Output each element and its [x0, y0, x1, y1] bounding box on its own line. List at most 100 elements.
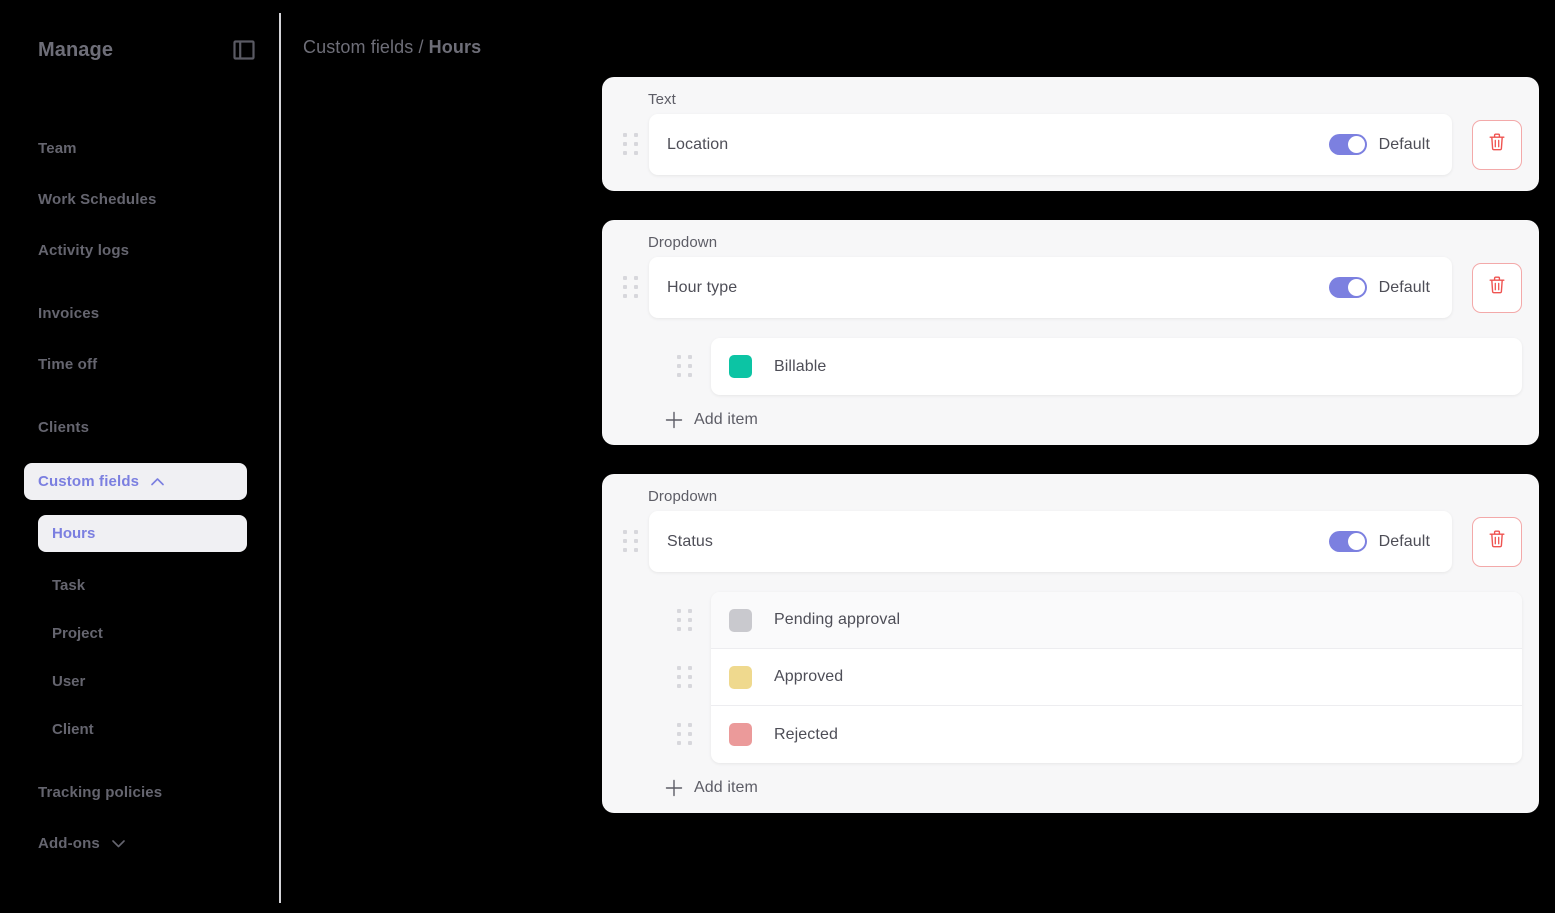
plus-icon [665, 779, 683, 797]
drag-handle-icon[interactable] [673, 666, 697, 690]
field-name-input[interactable]: Hour type Default [649, 257, 1452, 318]
breadcrumb-current: Hours [428, 37, 482, 57]
option-item[interactable]: Billable [711, 338, 1522, 395]
chevron-up-icon [151, 477, 164, 486]
plus-icon [665, 411, 683, 429]
sidebar-item-clients[interactable]: Clients [0, 412, 280, 442]
option-label: Approved [774, 668, 844, 685]
sidebar-item-tracking-policies[interactable]: Tracking policies [0, 777, 280, 807]
dropdown-options: Billable [665, 338, 1522, 395]
custom-field-card: Text Location Default [602, 77, 1539, 191]
sidebar-item-hours[interactable]: Hours [38, 515, 247, 552]
sidebar-title: Manage [38, 38, 114, 61]
color-swatch[interactable] [729, 723, 752, 746]
app-root: Manage Team Work Schedules Activity logs… [0, 0, 1555, 913]
sidebar-subitem-label: Project [52, 624, 103, 642]
default-toggle-label: Default [1378, 278, 1430, 296]
dropdown-options: Pending approval Approved Rejected [665, 592, 1522, 763]
option-handles [665, 592, 711, 763]
field-name-value: Status [667, 532, 713, 550]
sidebar-item-label: Work Schedules [38, 190, 157, 208]
sidebar-item-client[interactable]: Client [0, 714, 280, 744]
sidebar-item-work-schedules[interactable]: Work Schedules [0, 184, 280, 214]
default-toggle-group: Default [1328, 277, 1430, 298]
field-name-value: Hour type [667, 278, 738, 296]
add-item-button[interactable]: Add item [665, 411, 758, 429]
default-toggle[interactable] [1328, 531, 1367, 552]
trash-icon [1488, 529, 1506, 554]
field-type-label: Dropdown [648, 488, 718, 505]
drag-handle-icon[interactable] [673, 723, 697, 747]
default-toggle-label: Default [1378, 532, 1430, 550]
sidebar-item-label: Invoices [38, 304, 100, 322]
sidebar-subitem-label: Client [52, 720, 94, 738]
breadcrumb-parent[interactable]: Custom fields [303, 37, 413, 57]
default-toggle[interactable] [1328, 134, 1367, 155]
option-item[interactable]: Rejected [711, 706, 1522, 763]
field-name-input[interactable]: Location Default [649, 114, 1452, 175]
add-item-button[interactable]: Add item [665, 779, 758, 797]
sidebar-item-label: Clients [38, 418, 90, 436]
sidebar-item-user[interactable]: User [0, 666, 280, 696]
sidebar-item-time-off[interactable]: Time off [0, 349, 280, 379]
delete-field-button[interactable] [1472, 516, 1522, 567]
sidebar: Manage Team Work Schedules Activity logs… [0, 0, 281, 913]
drag-handle-icon[interactable] [619, 276, 643, 300]
sidebar-item-activity-logs[interactable]: Activity logs [0, 235, 280, 265]
drag-handle-icon[interactable] [673, 609, 697, 633]
default-toggle-group: Default [1328, 531, 1430, 552]
custom-field-card: Dropdown Status Default Pending approval… [602, 474, 1539, 813]
drag-handle-icon[interactable] [673, 355, 697, 379]
sidebar-nav: Team Work Schedules Activity logs Invoic… [0, 100, 280, 858]
field-row: Location Default [619, 114, 1522, 175]
breadcrumb: Custom fields / Hours [303, 37, 481, 58]
sidebar-item-invoices[interactable]: Invoices [0, 298, 280, 328]
color-swatch[interactable] [729, 608, 752, 632]
breadcrumb-separator: / [418, 37, 424, 57]
sidebar-item-team[interactable]: Team [0, 133, 280, 163]
field-row: Status Default [619, 511, 1522, 572]
option-label: Billable [774, 357, 827, 375]
add-item-label: Add item [694, 779, 758, 796]
sidebar-item-label: Time off [38, 355, 98, 373]
default-toggle-group: Default [1328, 134, 1430, 155]
panel-toggle-icon[interactable] [233, 40, 255, 60]
sidebar-item-project[interactable]: Project [0, 618, 280, 648]
field-row: Hour type Default [619, 257, 1522, 318]
sidebar-item-task[interactable]: Task [0, 570, 280, 600]
sidebar-item-add-ons[interactable]: Add-ons [0, 828, 280, 858]
trash-icon [1488, 275, 1506, 300]
default-toggle[interactable] [1328, 277, 1367, 298]
custom-field-card: Dropdown Hour type Default Billable Add … [602, 220, 1539, 445]
add-item-label: Add item [694, 411, 758, 428]
sidebar-item-label: Custom fields [38, 473, 140, 490]
drag-handle-icon[interactable] [619, 530, 643, 554]
sidebar-subitem-label: User [52, 672, 86, 690]
option-item[interactable]: Approved [711, 649, 1522, 706]
option-label: Pending approval [774, 611, 901, 628]
field-type-label: Dropdown [648, 234, 718, 251]
sidebar-subitem-label: Task [52, 576, 86, 594]
option-list: Pending approval Approved Rejected [711, 592, 1522, 763]
sidebar-item-label: Add-ons [38, 834, 100, 852]
main-content: Custom fields / Hours Text Location Defa… [281, 0, 1555, 913]
sidebar-subitem-label: Hours [52, 525, 96, 542]
sidebar-item-label: Team [38, 139, 77, 157]
sidebar-item-custom-fields[interactable]: Custom fields [24, 463, 247, 500]
trash-icon [1488, 132, 1506, 157]
sidebar-item-label: Tracking policies [38, 783, 163, 801]
color-swatch[interactable] [729, 665, 752, 689]
field-name-input[interactable]: Status Default [649, 511, 1452, 572]
sidebar-item-label: Activity logs [38, 241, 130, 259]
delete-field-button[interactable] [1472, 119, 1522, 170]
option-handles [665, 338, 711, 395]
chevron-down-icon [112, 839, 125, 848]
delete-field-button[interactable] [1472, 262, 1522, 313]
default-toggle-label: Default [1378, 135, 1430, 153]
option-item[interactable]: Pending approval [711, 592, 1522, 649]
color-swatch[interactable] [729, 355, 752, 378]
field-name-value: Location [667, 135, 729, 153]
drag-handle-icon[interactable] [619, 133, 643, 157]
custom-fields-list: Text Location Default Dropdown Hour type… [602, 77, 1539, 842]
field-type-label: Text [648, 91, 676, 108]
